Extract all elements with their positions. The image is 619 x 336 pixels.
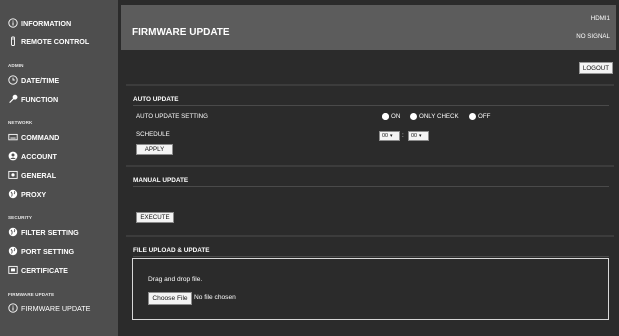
panel-title: AUTO UPDATE xyxy=(133,96,179,103)
sidebar-item-port-setting[interactable]: PORT SETTING xyxy=(8,246,74,256)
sidebar-item-label: INFORMATION xyxy=(21,18,72,28)
chevron-down-icon: ▾ xyxy=(419,133,422,139)
sidebar-item-label: PROXY xyxy=(21,189,47,199)
schedule-label: SCHEDULE xyxy=(136,131,170,138)
sidebar-item-label: ACCOUNT xyxy=(21,151,57,161)
sidebar-item-label: CERTIFICATE xyxy=(21,265,68,275)
schedule-minute-select[interactable]: 00 ▾ xyxy=(408,131,429,141)
divider xyxy=(133,105,609,106)
section-label-firmware: FIRMWARE UPDATE xyxy=(8,292,55,297)
certificate-icon xyxy=(8,265,18,275)
signal-status: NO SIGNAL xyxy=(576,33,610,40)
apply-button[interactable]: APPLY xyxy=(136,144,173,155)
wrench-icon xyxy=(8,94,18,104)
panel-title: FILE UPLOAD & UPDATE xyxy=(133,247,210,254)
sidebar: INFORMATION REMOTE CONTROL ADMIN DATE/TI… xyxy=(0,0,118,336)
globe-icon xyxy=(8,189,18,199)
radio-on[interactable]: ON xyxy=(382,113,400,120)
sidebar-item-label: REMOTE CONTROL xyxy=(21,36,90,46)
globe-icon xyxy=(8,227,18,237)
auto-update-setting-label: AUTO UPDATE SETTING xyxy=(136,113,208,120)
page-header: FIRMWARE UPDATE HDMI1 NO SIGNAL xyxy=(121,5,616,50)
sidebar-item-certificate[interactable]: CERTIFICATE xyxy=(8,265,68,275)
general-settings-icon xyxy=(8,170,18,180)
sidebar-item-function[interactable]: FUNCTION xyxy=(8,94,58,104)
page-title: FIRMWARE UPDATE xyxy=(132,27,230,38)
panel-title: MANUAL UPDATE xyxy=(133,177,189,184)
sidebar-item-label: FUNCTION xyxy=(21,94,59,104)
radio-label: ON xyxy=(391,113,401,120)
sidebar-item-label: GENERAL xyxy=(21,170,57,180)
radio-off[interactable]: OFF xyxy=(469,113,490,120)
section-label-admin: ADMIN xyxy=(8,63,24,68)
radio-selected-icon xyxy=(382,113,389,120)
section-label-network: NETWORK xyxy=(8,120,33,125)
file-status: No file chosen xyxy=(194,294,236,301)
radio-icon xyxy=(469,113,476,120)
logout-button[interactable]: LOGOUT xyxy=(579,62,613,74)
sidebar-item-filter-setting[interactable]: FILTER SETTING xyxy=(8,227,79,237)
sidebar-item-remote-control[interactable]: REMOTE CONTROL xyxy=(8,36,89,46)
radio-label: ONLY CHECK xyxy=(419,113,459,120)
info-circle-icon xyxy=(8,303,18,313)
sidebar-item-label: COMMAND xyxy=(21,132,60,142)
sidebar-item-label: DATE/TIME xyxy=(21,75,60,85)
file-drop-zone[interactable] xyxy=(132,258,609,320)
radio-icon xyxy=(410,113,417,120)
input-source: HDMI1 xyxy=(590,15,610,22)
select-value: 00 xyxy=(411,133,417,139)
radio-label: OFF xyxy=(478,113,491,120)
select-value: 00 xyxy=(382,133,388,139)
section-label-security: SECURITY xyxy=(8,215,33,220)
sidebar-item-proxy[interactable]: PROXY xyxy=(8,189,46,199)
sidebar-item-command[interactable]: COMMAND xyxy=(8,132,59,142)
globe-icon xyxy=(8,246,18,256)
auto-update-panel: AUTO UPDATE xyxy=(126,84,614,162)
divider xyxy=(133,186,609,187)
time-separator: : xyxy=(402,132,404,139)
chevron-down-icon: ▾ xyxy=(390,133,393,139)
sidebar-item-label: FILTER SETTING xyxy=(21,227,79,237)
sidebar-item-information[interactable]: INFORMATION xyxy=(8,18,71,28)
sidebar-item-account[interactable]: ACCOUNT xyxy=(8,151,57,161)
sidebar-item-firmware-update[interactable]: FIRMWARE UPDATE xyxy=(8,303,90,313)
divider xyxy=(133,256,609,257)
clock-icon xyxy=(8,75,18,85)
execute-button[interactable]: EXECUTE xyxy=(136,212,174,223)
sidebar-item-general[interactable]: GENERAL xyxy=(8,170,56,180)
sidebar-item-label: FIRMWARE UPDATE xyxy=(21,303,91,313)
sidebar-item-date-time[interactable]: DATE/TIME xyxy=(8,75,59,85)
radio-only-check[interactable]: ONLY CHECK xyxy=(410,113,459,120)
sidebar-item-label: PORT SETTING xyxy=(21,246,75,256)
choose-file-button[interactable]: Choose File xyxy=(148,292,192,305)
manual-update-panel: MANUAL UPDATE xyxy=(126,165,614,229)
remote-control-icon xyxy=(8,36,18,46)
account-icon xyxy=(8,151,18,161)
drop-instructions: Drag and drop file. xyxy=(148,276,203,283)
info-circle-icon xyxy=(8,18,18,28)
keyboard-icon xyxy=(8,132,18,142)
schedule-hour-select[interactable]: 00 ▾ xyxy=(379,131,400,141)
